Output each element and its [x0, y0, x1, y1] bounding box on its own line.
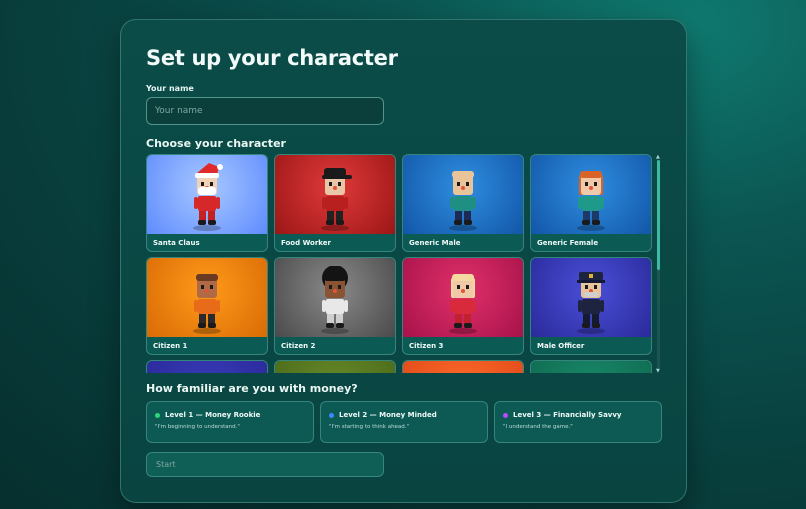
- character-thumbnail: [531, 361, 651, 373]
- character-thumbnail: [275, 258, 395, 337]
- character-name: Generic Female: [537, 239, 599, 247]
- level-title: Level 3 — Financially Savvy: [513, 411, 622, 419]
- character-card[interactable]: Food Worker: [274, 154, 396, 252]
- character-figure-icon: [321, 266, 349, 334]
- character-card[interactable]: Generic Female: [530, 154, 652, 252]
- character-card[interactable]: [274, 360, 396, 373]
- character-figure-icon: [321, 168, 352, 231]
- level-subtitle: "I understand the game.": [503, 424, 573, 430]
- character-thumbnail: [147, 258, 267, 337]
- choose-character-label: Choose your character: [146, 137, 286, 150]
- character-figure-icon: [193, 163, 223, 231]
- level-dot-icon: [503, 412, 508, 418]
- character-card[interactable]: Citizen 2: [274, 257, 396, 355]
- character-thumbnail: [403, 361, 523, 373]
- name-label: Your name: [146, 84, 194, 93]
- character-card[interactable]: Generic Male: [402, 154, 524, 252]
- character-thumbnail: [403, 155, 523, 234]
- character-card[interactable]: Citizen 3: [402, 257, 524, 355]
- character-grid-scrollbar[interactable]: ▲ ▼: [656, 155, 661, 374]
- character-name: Citizen 2: [281, 342, 316, 350]
- character-thumbnail: [275, 155, 395, 234]
- character-thumbnail: [403, 258, 523, 337]
- scroll-down-arrow-icon[interactable]: ▼: [656, 369, 660, 374]
- character-grid: Santa Claus Food Worker Generic Male Gen…: [146, 154, 654, 373]
- character-figure-icon: [449, 171, 477, 231]
- character-figure-icon: [577, 171, 605, 231]
- character-thumbnail: [147, 155, 267, 234]
- character-card[interactable]: [530, 360, 652, 373]
- setup-panel: Set up your character Your name Choose y…: [120, 19, 687, 503]
- level-title: Level 1 — Money Rookie: [165, 411, 261, 419]
- level-subtitle: "I'm starting to think ahead.": [329, 424, 410, 430]
- character-name: Generic Male: [409, 239, 461, 247]
- character-name: Food Worker: [281, 239, 331, 247]
- level-option-3[interactable]: Level 3 — Financially Savvy "I understan…: [494, 401, 662, 443]
- character-thumbnail: [147, 361, 267, 373]
- level-title-row: Level 2 — Money Minded: [329, 411, 487, 419]
- start-button[interactable]: Start: [146, 452, 384, 477]
- character-figure-icon: [577, 272, 605, 334]
- level-title: Level 2 — Money Minded: [339, 411, 437, 419]
- character-card[interactable]: [146, 360, 268, 373]
- familiarity-label: How familiar are you with money?: [146, 382, 358, 395]
- character-name: Male Officer: [537, 342, 585, 350]
- level-dot-icon: [155, 412, 160, 418]
- character-name: Citizen 3: [409, 342, 444, 350]
- character-card[interactable]: Citizen 1: [146, 257, 268, 355]
- level-options: Level 1 — Money Rookie "I'm beginning to…: [146, 401, 662, 443]
- character-thumbnail: [275, 361, 395, 373]
- character-name: Santa Claus: [153, 239, 200, 247]
- name-input[interactable]: [146, 97, 384, 125]
- character-card[interactable]: [402, 360, 524, 373]
- level-title-row: Level 1 — Money Rookie: [155, 411, 313, 419]
- page-title: Set up your character: [146, 46, 398, 70]
- character-card[interactable]: Male Officer: [530, 257, 652, 355]
- level-option-1[interactable]: Level 1 — Money Rookie "I'm beginning to…: [146, 401, 314, 443]
- level-subtitle: "I'm beginning to understand.": [155, 424, 240, 430]
- character-grid-viewport: Santa Claus Food Worker Generic Male Gen…: [146, 154, 654, 373]
- level-dot-icon: [329, 412, 334, 418]
- character-figure-icon: [193, 274, 221, 334]
- character-name: Citizen 1: [153, 342, 188, 350]
- character-thumbnail: [531, 258, 651, 337]
- character-figure-icon: [449, 274, 477, 334]
- level-option-2[interactable]: Level 2 — Money Minded "I'm starting to …: [320, 401, 488, 443]
- scroll-thumb[interactable]: [657, 160, 660, 270]
- character-card[interactable]: Santa Claus: [146, 154, 268, 252]
- level-title-row: Level 3 — Financially Savvy: [503, 411, 661, 419]
- character-thumbnail: [531, 155, 651, 234]
